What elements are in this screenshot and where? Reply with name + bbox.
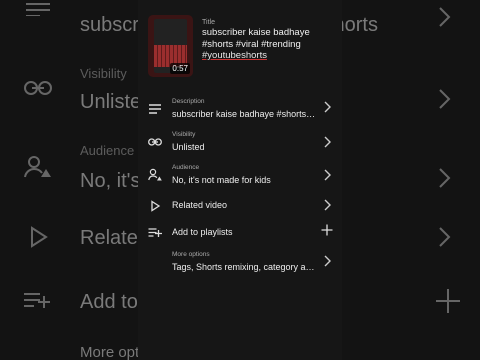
chevron-right-icon bbox=[324, 169, 332, 184]
visibility-row[interactable]: Visibility Unlisted bbox=[138, 128, 342, 156]
add-to-playlists-label: Add to playlists bbox=[172, 227, 233, 237]
description-row[interactable]: Description subscriber kaise badhaye #sh… bbox=[138, 95, 342, 123]
bg-audience-label: Audience bbox=[80, 143, 135, 158]
bg-visibility-label: Visibility bbox=[80, 66, 127, 81]
visibility-value: Unlisted bbox=[172, 142, 205, 152]
audience-icon bbox=[148, 168, 162, 182]
bg-play-icon bbox=[30, 226, 48, 253]
audience-value: No, it's not made for kids bbox=[172, 175, 271, 185]
chevron-right-icon bbox=[324, 255, 332, 270]
add-to-playlists-row[interactable]: Add to playlists bbox=[138, 219, 342, 247]
chevron-right-icon bbox=[324, 101, 332, 116]
title-line-2: #shorts #viral #trending bbox=[202, 38, 301, 50]
bg-chevron-icon-1 bbox=[438, 6, 452, 33]
bg-link-icon bbox=[24, 80, 52, 101]
audience-row[interactable]: Audience No, it's not made for kids bbox=[138, 161, 342, 189]
play-icon bbox=[148, 199, 162, 213]
title-line-1: subscriber kaise badhaye bbox=[202, 27, 310, 38]
related-video-label: Related video bbox=[172, 200, 228, 210]
bg-menu-icon bbox=[26, 0, 50, 21]
more-options-row[interactable]: More options Tags, Shorts remixing, cate… bbox=[138, 248, 342, 276]
description-value: subscriber kaise badhaye #shorts… bbox=[172, 109, 316, 119]
related-video-row[interactable]: Related video bbox=[138, 192, 342, 220]
bg-audience-value: No, it's bbox=[80, 170, 141, 192]
description-label: Description bbox=[172, 98, 205, 105]
link-icon bbox=[148, 135, 162, 149]
bg-chevron-icon-3 bbox=[438, 167, 452, 194]
audience-label: Audience bbox=[172, 164, 200, 171]
title-hashtag-link[interactable]: #youtubeshorts bbox=[202, 50, 334, 62]
bg-chevron-icon-2 bbox=[438, 88, 452, 115]
bg-playlist-add-icon bbox=[24, 292, 52, 315]
bg-related-text: Relate bbox=[80, 227, 138, 249]
title-label: Title bbox=[202, 19, 215, 26]
plus-icon[interactable] bbox=[321, 224, 333, 239]
bg-plus-icon bbox=[436, 289, 460, 318]
playlist-add-icon bbox=[148, 226, 162, 240]
screen: subscriber kaise badhaye #shorts Visibil… bbox=[0, 0, 480, 360]
visibility-label: Visibility bbox=[172, 131, 196, 138]
bg-audience-icon bbox=[24, 155, 52, 184]
description-icon bbox=[148, 102, 162, 116]
chevron-right-icon bbox=[324, 136, 332, 151]
title-field[interactable]: subscriber kaise badhaye #shorts #viral … bbox=[202, 27, 334, 62]
more-options-value: Tags, Shorts remixing, category a… bbox=[172, 262, 315, 272]
bg-add-text: Add to bbox=[80, 291, 138, 313]
video-details-panel: 0:57 Title subscriber kaise badhaye #sho… bbox=[138, 0, 342, 360]
more-options-label: More options bbox=[172, 251, 210, 258]
duration-badge: 0:57 bbox=[170, 63, 190, 74]
bg-chevron-icon-4 bbox=[438, 226, 452, 253]
bg-more-text: More opt bbox=[80, 344, 140, 360]
chevron-right-icon bbox=[324, 199, 332, 214]
video-thumbnail[interactable]: 0:57 bbox=[148, 15, 193, 77]
